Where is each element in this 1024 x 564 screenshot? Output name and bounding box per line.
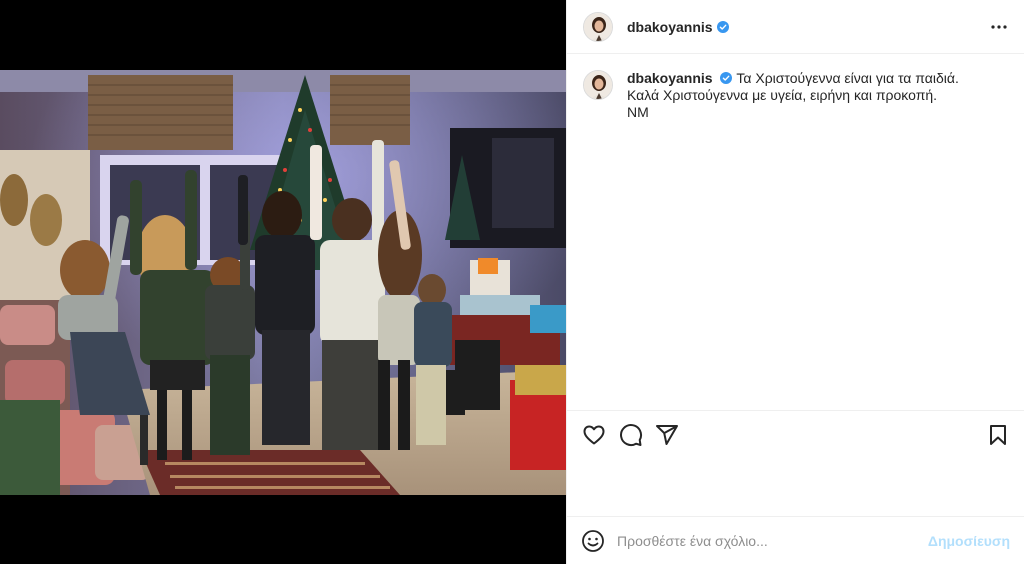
comment-bar: Δημοσίευση [567,516,1024,564]
verified-badge-icon [716,20,729,33]
post-media [0,0,566,564]
heart-icon[interactable] [582,423,606,447]
caption-line: Τα Χριστούγεννα είναι για τα παιδιά. [736,70,959,86]
caption-line: ΝΜ [627,104,649,120]
more-horizontal-icon[interactable] [990,18,1008,36]
instagram-post: dbakoyannis dbakoyannis Τα Χριστούγεννα … [0,0,1024,564]
avatar-image [584,71,612,99]
post-photo[interactable] [0,70,566,495]
emoji-icon[interactable] [581,529,605,553]
caption-line: Καλά Χριστούγεννα με υγεία, ειρήνη και π… [627,87,938,103]
avatar[interactable] [583,11,613,42]
caption-text: dbakoyannis Τα Χριστούγεννα είναι για τα… [627,70,959,121]
post-side-panel: dbakoyannis dbakoyannis Τα Χριστούγεννα … [566,0,1024,564]
avatar-image [584,12,612,41]
comment-input[interactable] [617,532,928,549]
post-header: dbakoyannis [567,0,1024,54]
post-caption: dbakoyannis Τα Χριστούγεννα είναι για τα… [583,70,1008,121]
caption-username[interactable]: dbakoyannis [627,70,713,86]
send-icon[interactable] [655,423,679,447]
bookmark-icon[interactable] [986,423,1010,447]
publish-button[interactable]: Δημοσίευση [928,533,1010,549]
caption-avatar[interactable] [583,70,613,100]
comment-icon[interactable] [619,423,643,447]
verified-badge-icon [720,72,733,84]
post-actions [567,410,1024,460]
header-username[interactable]: dbakoyannis [627,19,713,35]
